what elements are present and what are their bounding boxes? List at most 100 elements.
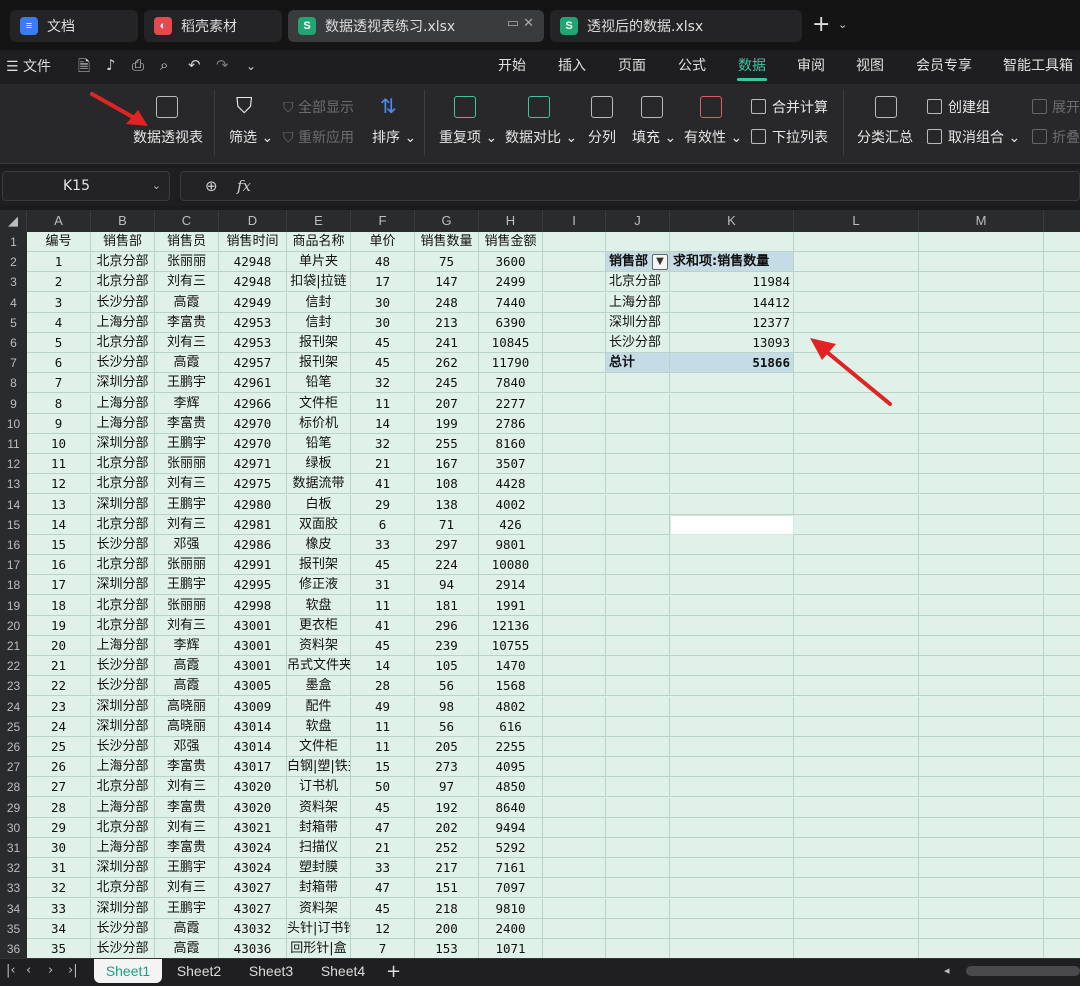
data-cell[interactable]: 深圳分部 bbox=[91, 716, 155, 737]
empty-cell[interactable] bbox=[794, 858, 919, 879]
empty-cell[interactable] bbox=[670, 817, 794, 838]
data-cell[interactable]: 45 bbox=[351, 353, 415, 374]
data-cell[interactable]: 4 bbox=[27, 312, 91, 333]
data-cell[interactable]: 42980 bbox=[219, 494, 287, 515]
data-cell[interactable]: 北京分部 bbox=[91, 514, 155, 535]
data-cell[interactable]: 张丽丽 bbox=[155, 595, 219, 616]
empty-cell[interactable] bbox=[919, 474, 1044, 495]
validity-button[interactable]: 有效性 ⌄ bbox=[684, 127, 742, 147]
data-cell[interactable]: 高霞 bbox=[155, 939, 219, 958]
reapply-button[interactable]: ⛉ 重新应用 bbox=[283, 127, 354, 147]
data-cell[interactable]: 标价机 bbox=[287, 413, 351, 434]
data-cell[interactable]: 北京分部 bbox=[91, 595, 155, 616]
data-cell[interactable]: 45 bbox=[351, 898, 415, 919]
empty-cell[interactable] bbox=[670, 797, 794, 818]
data-cell[interactable]: 高霞 bbox=[155, 676, 219, 697]
empty-cell[interactable] bbox=[606, 777, 670, 798]
data-cell[interactable]: 42961 bbox=[219, 373, 287, 394]
sheet-tab-sheet1[interactable]: Sheet1 bbox=[94, 959, 162, 983]
sheet-tab-sheet4[interactable]: Sheet4 bbox=[310, 959, 376, 983]
column-header[interactable]: A bbox=[27, 210, 91, 232]
empty-cell[interactable] bbox=[543, 454, 606, 475]
data-cell[interactable]: 26 bbox=[27, 757, 91, 778]
add-sheet-icon[interactable]: + bbox=[386, 961, 401, 982]
data-cell[interactable]: 长沙分部 bbox=[91, 535, 155, 555]
data-cell[interactable]: 上海分部 bbox=[91, 838, 155, 858]
data-cell[interactable]: 50 bbox=[351, 777, 415, 798]
tab-review[interactable]: 审阅 bbox=[797, 55, 825, 75]
empty-cell[interactable] bbox=[543, 858, 606, 879]
data-cell[interactable]: 43027 bbox=[219, 878, 287, 899]
data-cell[interactable]: 回形针|盒 bbox=[287, 939, 351, 958]
data-cell[interactable]: 塑封膜 bbox=[287, 858, 351, 879]
empty-cell[interactable] bbox=[794, 777, 919, 798]
data-cell[interactable]: 1071 bbox=[479, 939, 543, 958]
row-header[interactable]: 24 bbox=[0, 697, 27, 717]
data-cell[interactable]: 21 bbox=[27, 656, 91, 677]
data-cell[interactable]: 21 bbox=[351, 838, 415, 858]
empty-cell[interactable] bbox=[919, 777, 1044, 798]
data-cell[interactable]: 6 bbox=[351, 514, 415, 535]
data-cell[interactable]: 29 bbox=[27, 817, 91, 838]
empty-cell[interactable] bbox=[919, 757, 1044, 778]
data-cell[interactable]: 43024 bbox=[219, 838, 287, 858]
header-cell[interactable]: 编号 bbox=[27, 232, 91, 252]
data-cell[interactable]: 43009 bbox=[219, 696, 287, 717]
data-cell[interactable]: 45 bbox=[351, 636, 415, 656]
empty-cell[interactable] bbox=[1044, 313, 1080, 333]
data-cell[interactable]: 49 bbox=[351, 696, 415, 717]
data-cell[interactable]: 41 bbox=[351, 615, 415, 636]
data-cell[interactable]: 43032 bbox=[219, 918, 287, 939]
data-cell[interactable]: 207 bbox=[415, 393, 479, 414]
data-cell[interactable]: 42986 bbox=[219, 535, 287, 555]
chevron-down-icon[interactable]: ⌄ bbox=[838, 18, 847, 31]
data-cell[interactable]: 1 bbox=[27, 252, 91, 273]
empty-cell[interactable] bbox=[794, 676, 919, 697]
empty-cell[interactable] bbox=[606, 434, 670, 454]
row-header[interactable]: 12 bbox=[0, 454, 27, 474]
empty-cell[interactable] bbox=[794, 898, 919, 919]
data-cell[interactable]: 296 bbox=[415, 615, 479, 636]
data-cell[interactable]: 43020 bbox=[219, 797, 287, 818]
data-cell[interactable]: 王鹏宇 bbox=[155, 575, 219, 596]
empty-cell[interactable] bbox=[606, 494, 670, 515]
row-header[interactable]: 1 bbox=[0, 232, 27, 252]
tab-controls[interactable]: ▭ ✕ bbox=[507, 16, 534, 31]
data-cell[interactable]: 北京分部 bbox=[91, 333, 155, 353]
empty-cell[interactable] bbox=[794, 797, 919, 818]
row-header[interactable]: 29 bbox=[0, 798, 27, 818]
empty-cell[interactable] bbox=[1044, 899, 1080, 919]
empty-cell[interactable] bbox=[1044, 495, 1080, 515]
data-cell[interactable]: 42966 bbox=[219, 393, 287, 414]
data-cell[interactable]: 297 bbox=[415, 535, 479, 555]
empty-cell[interactable] bbox=[794, 918, 919, 939]
data-cell[interactable]: 14 bbox=[27, 514, 91, 535]
data-cell[interactable]: 31 bbox=[27, 858, 91, 879]
data-cell[interactable]: 11790 bbox=[479, 353, 543, 374]
data-cell[interactable]: 软盘 bbox=[287, 595, 351, 616]
subtotal-button[interactable]: 分类汇总 bbox=[857, 127, 913, 147]
empty-cell[interactable] bbox=[543, 797, 606, 818]
data-cell[interactable]: 262 bbox=[415, 353, 479, 374]
empty-cell[interactable] bbox=[543, 615, 606, 636]
empty-cell[interactable] bbox=[794, 878, 919, 899]
empty-cell[interactable] bbox=[670, 636, 794, 656]
data-cell[interactable]: 北京分部 bbox=[91, 272, 155, 293]
filter-button[interactable]: 筛选 ⌄ bbox=[229, 127, 273, 147]
data-cell[interactable]: 200 bbox=[415, 918, 479, 939]
data-cell[interactable]: 8 bbox=[27, 393, 91, 414]
first-sheet-icon[interactable]: |‹ bbox=[6, 963, 16, 978]
pivot-row-field[interactable]: 销售部 ▼ bbox=[606, 252, 670, 273]
data-cell[interactable]: 13 bbox=[27, 494, 91, 515]
empty-cell[interactable] bbox=[919, 696, 1044, 717]
data-cell[interactable]: 长沙分部 bbox=[91, 656, 155, 677]
empty-cell[interactable] bbox=[606, 696, 670, 717]
data-cell[interactable]: 长沙分部 bbox=[91, 353, 155, 374]
data-cell[interactable]: 30 bbox=[351, 312, 415, 333]
sort-button[interactable]: 排序 ⌄ bbox=[372, 127, 416, 147]
data-cell[interactable]: 12 bbox=[27, 474, 91, 495]
data-cell[interactable]: 刘有三 bbox=[155, 615, 219, 636]
header-cell[interactable]: 销售数量 bbox=[415, 232, 479, 252]
row-header[interactable]: 11 bbox=[0, 434, 27, 454]
data-cell[interactable]: 上海分部 bbox=[91, 312, 155, 333]
